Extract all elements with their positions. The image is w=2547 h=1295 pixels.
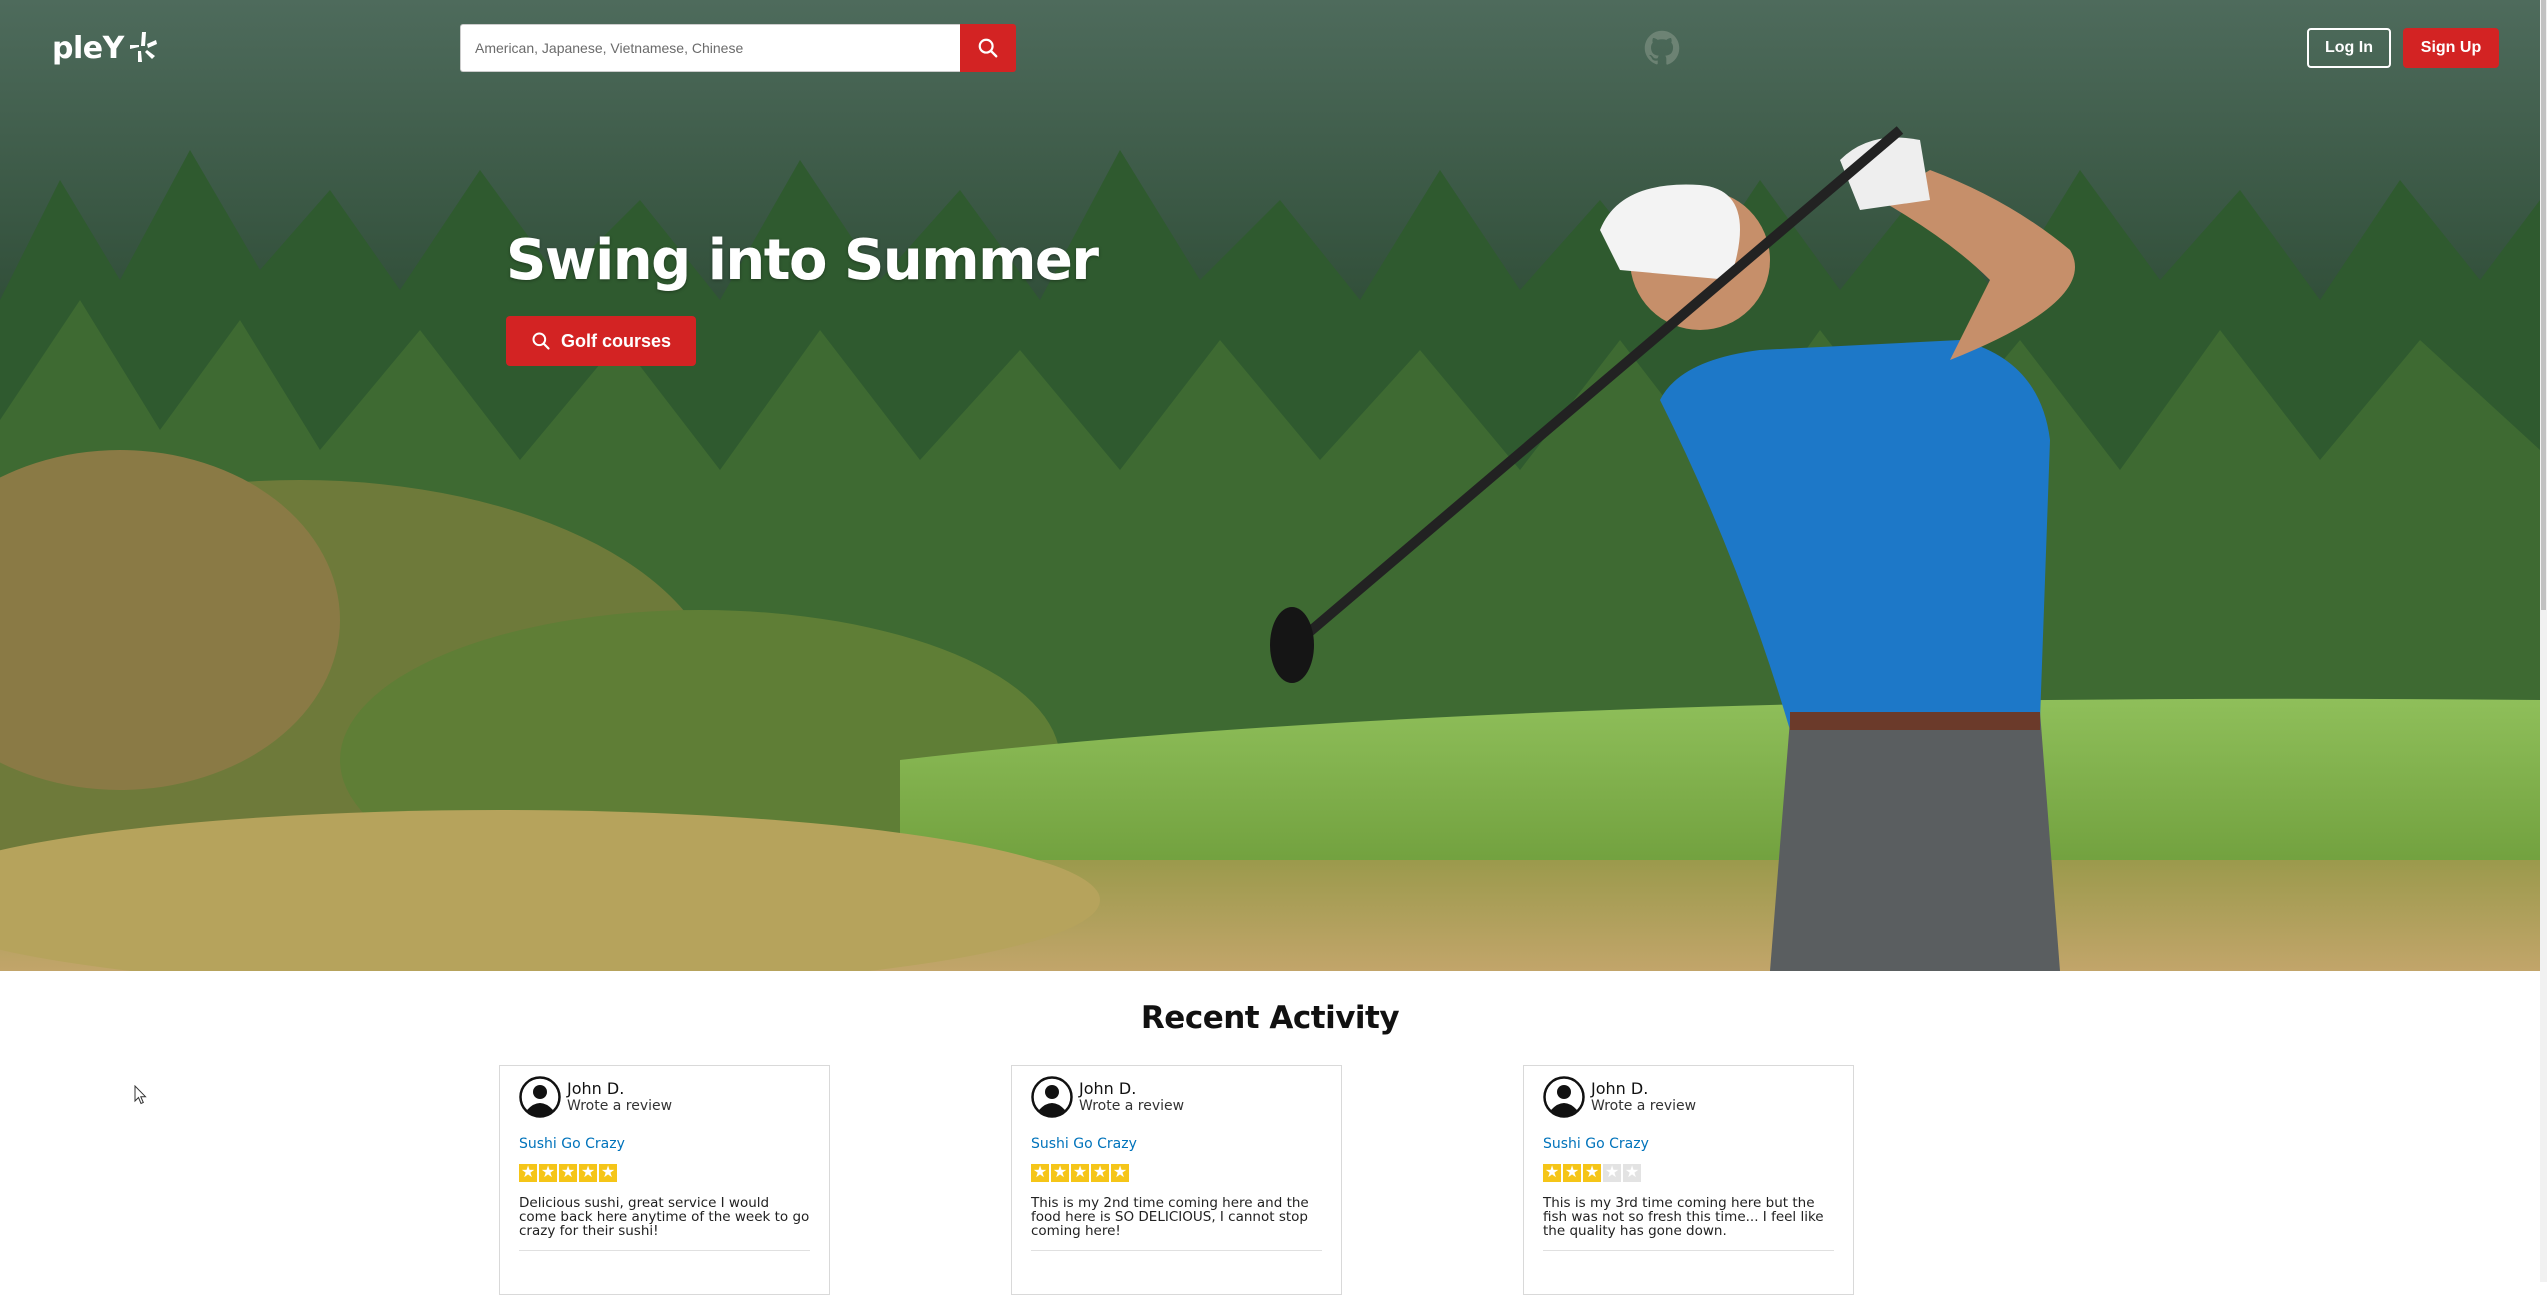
search-button[interactable]	[960, 24, 1016, 72]
hero-title: Swing into Summer	[506, 228, 1099, 293]
site-logo[interactable]: pleY	[52, 30, 158, 66]
review-action: Wrote a review	[1591, 1098, 1697, 1115]
star-icon: ★	[1563, 1164, 1581, 1182]
review-action: Wrote a review	[1079, 1098, 1185, 1115]
star-icon: ★	[1603, 1164, 1621, 1182]
review-card: John D. Wrote a review Sushi Go Crazy ★ ★…	[1523, 1065, 1854, 1295]
business-link[interactable]: Sushi Go Crazy	[1543, 1136, 1834, 1152]
golf-courses-button[interactable]: Golf courses	[506, 316, 696, 366]
card-divider	[1543, 1250, 1834, 1251]
github-icon[interactable]	[1644, 30, 1680, 66]
star-icon: ★	[1623, 1164, 1641, 1182]
search-input[interactable]	[460, 24, 960, 72]
card-divider	[519, 1250, 810, 1251]
review-text: This is my 2nd time coming here and the …	[1031, 1195, 1309, 1239]
user-avatar-icon[interactable]	[1031, 1076, 1073, 1118]
review-action: Wrote a review	[567, 1098, 673, 1115]
star-icon: ★	[519, 1164, 537, 1182]
review-card-header: John D. Wrote a review	[1543, 1076, 1834, 1118]
review-text: Delicious sushi, great service I would c…	[519, 1195, 810, 1239]
star-icon: ★	[579, 1164, 597, 1182]
star-icon: ★	[1091, 1164, 1109, 1182]
review-card: John D. Wrote a review Sushi Go Crazy ★ ★…	[499, 1065, 830, 1295]
business-link[interactable]: Sushi Go Crazy	[1031, 1136, 1322, 1152]
recent-activity-title: Recent Activity	[1140, 1000, 1400, 1036]
review-card-header: John D. Wrote a review	[1031, 1076, 1322, 1118]
review-user-name[interactable]: John D.	[1079, 1079, 1184, 1098]
star-icon: ★	[559, 1164, 577, 1182]
yelp-burst-icon	[129, 32, 157, 62]
user-avatar-icon[interactable]	[1543, 1076, 1585, 1118]
search-icon	[978, 38, 998, 58]
business-link[interactable]: Sushi Go Crazy	[519, 1136, 810, 1152]
user-avatar-icon[interactable]	[519, 1076, 561, 1118]
star-rating: ★ ★ ★ ★ ★	[1031, 1164, 1322, 1184]
star-icon: ★	[539, 1164, 557, 1182]
logo-text: pleY	[52, 30, 124, 66]
page-scrollbar[interactable]	[2540, 0, 2547, 1282]
review-card-header: John D. Wrote a review	[519, 1076, 810, 1118]
review-user-name[interactable]: John D.	[567, 1079, 672, 1098]
star-icon: ★	[1111, 1164, 1129, 1182]
star-icon: ★	[1583, 1164, 1601, 1182]
mouse-cursor-icon	[134, 1085, 147, 1105]
scrollbar-thumb[interactable]	[2541, 0, 2546, 610]
signup-button[interactable]: Sign Up	[2403, 28, 2499, 68]
review-text: This is my 3rd time coming here but the …	[1543, 1195, 1824, 1239]
golf-courses-label: Golf courses	[560, 330, 672, 351]
review-card: John D. Wrote a review Sushi Go Crazy ★ ★…	[1011, 1065, 1342, 1295]
review-user-name[interactable]: John D.	[1591, 1079, 1696, 1098]
star-icon: ★	[599, 1164, 617, 1182]
star-rating: ★ ★ ★ ★ ★	[1543, 1164, 1834, 1184]
search-bar	[460, 24, 1016, 72]
search-icon	[532, 332, 550, 350]
star-icon: ★	[1051, 1164, 1069, 1182]
star-icon: ★	[1071, 1164, 1089, 1182]
star-rating: ★ ★ ★ ★ ★	[519, 1164, 810, 1184]
login-button[interactable]: Log In	[2307, 28, 2391, 68]
star-icon: ★	[1031, 1164, 1049, 1182]
hero-banner	[0, 0, 2540, 971]
star-icon: ★	[1543, 1164, 1561, 1182]
hero-golfer-image	[0, 0, 2540, 971]
card-divider	[1031, 1250, 1322, 1251]
